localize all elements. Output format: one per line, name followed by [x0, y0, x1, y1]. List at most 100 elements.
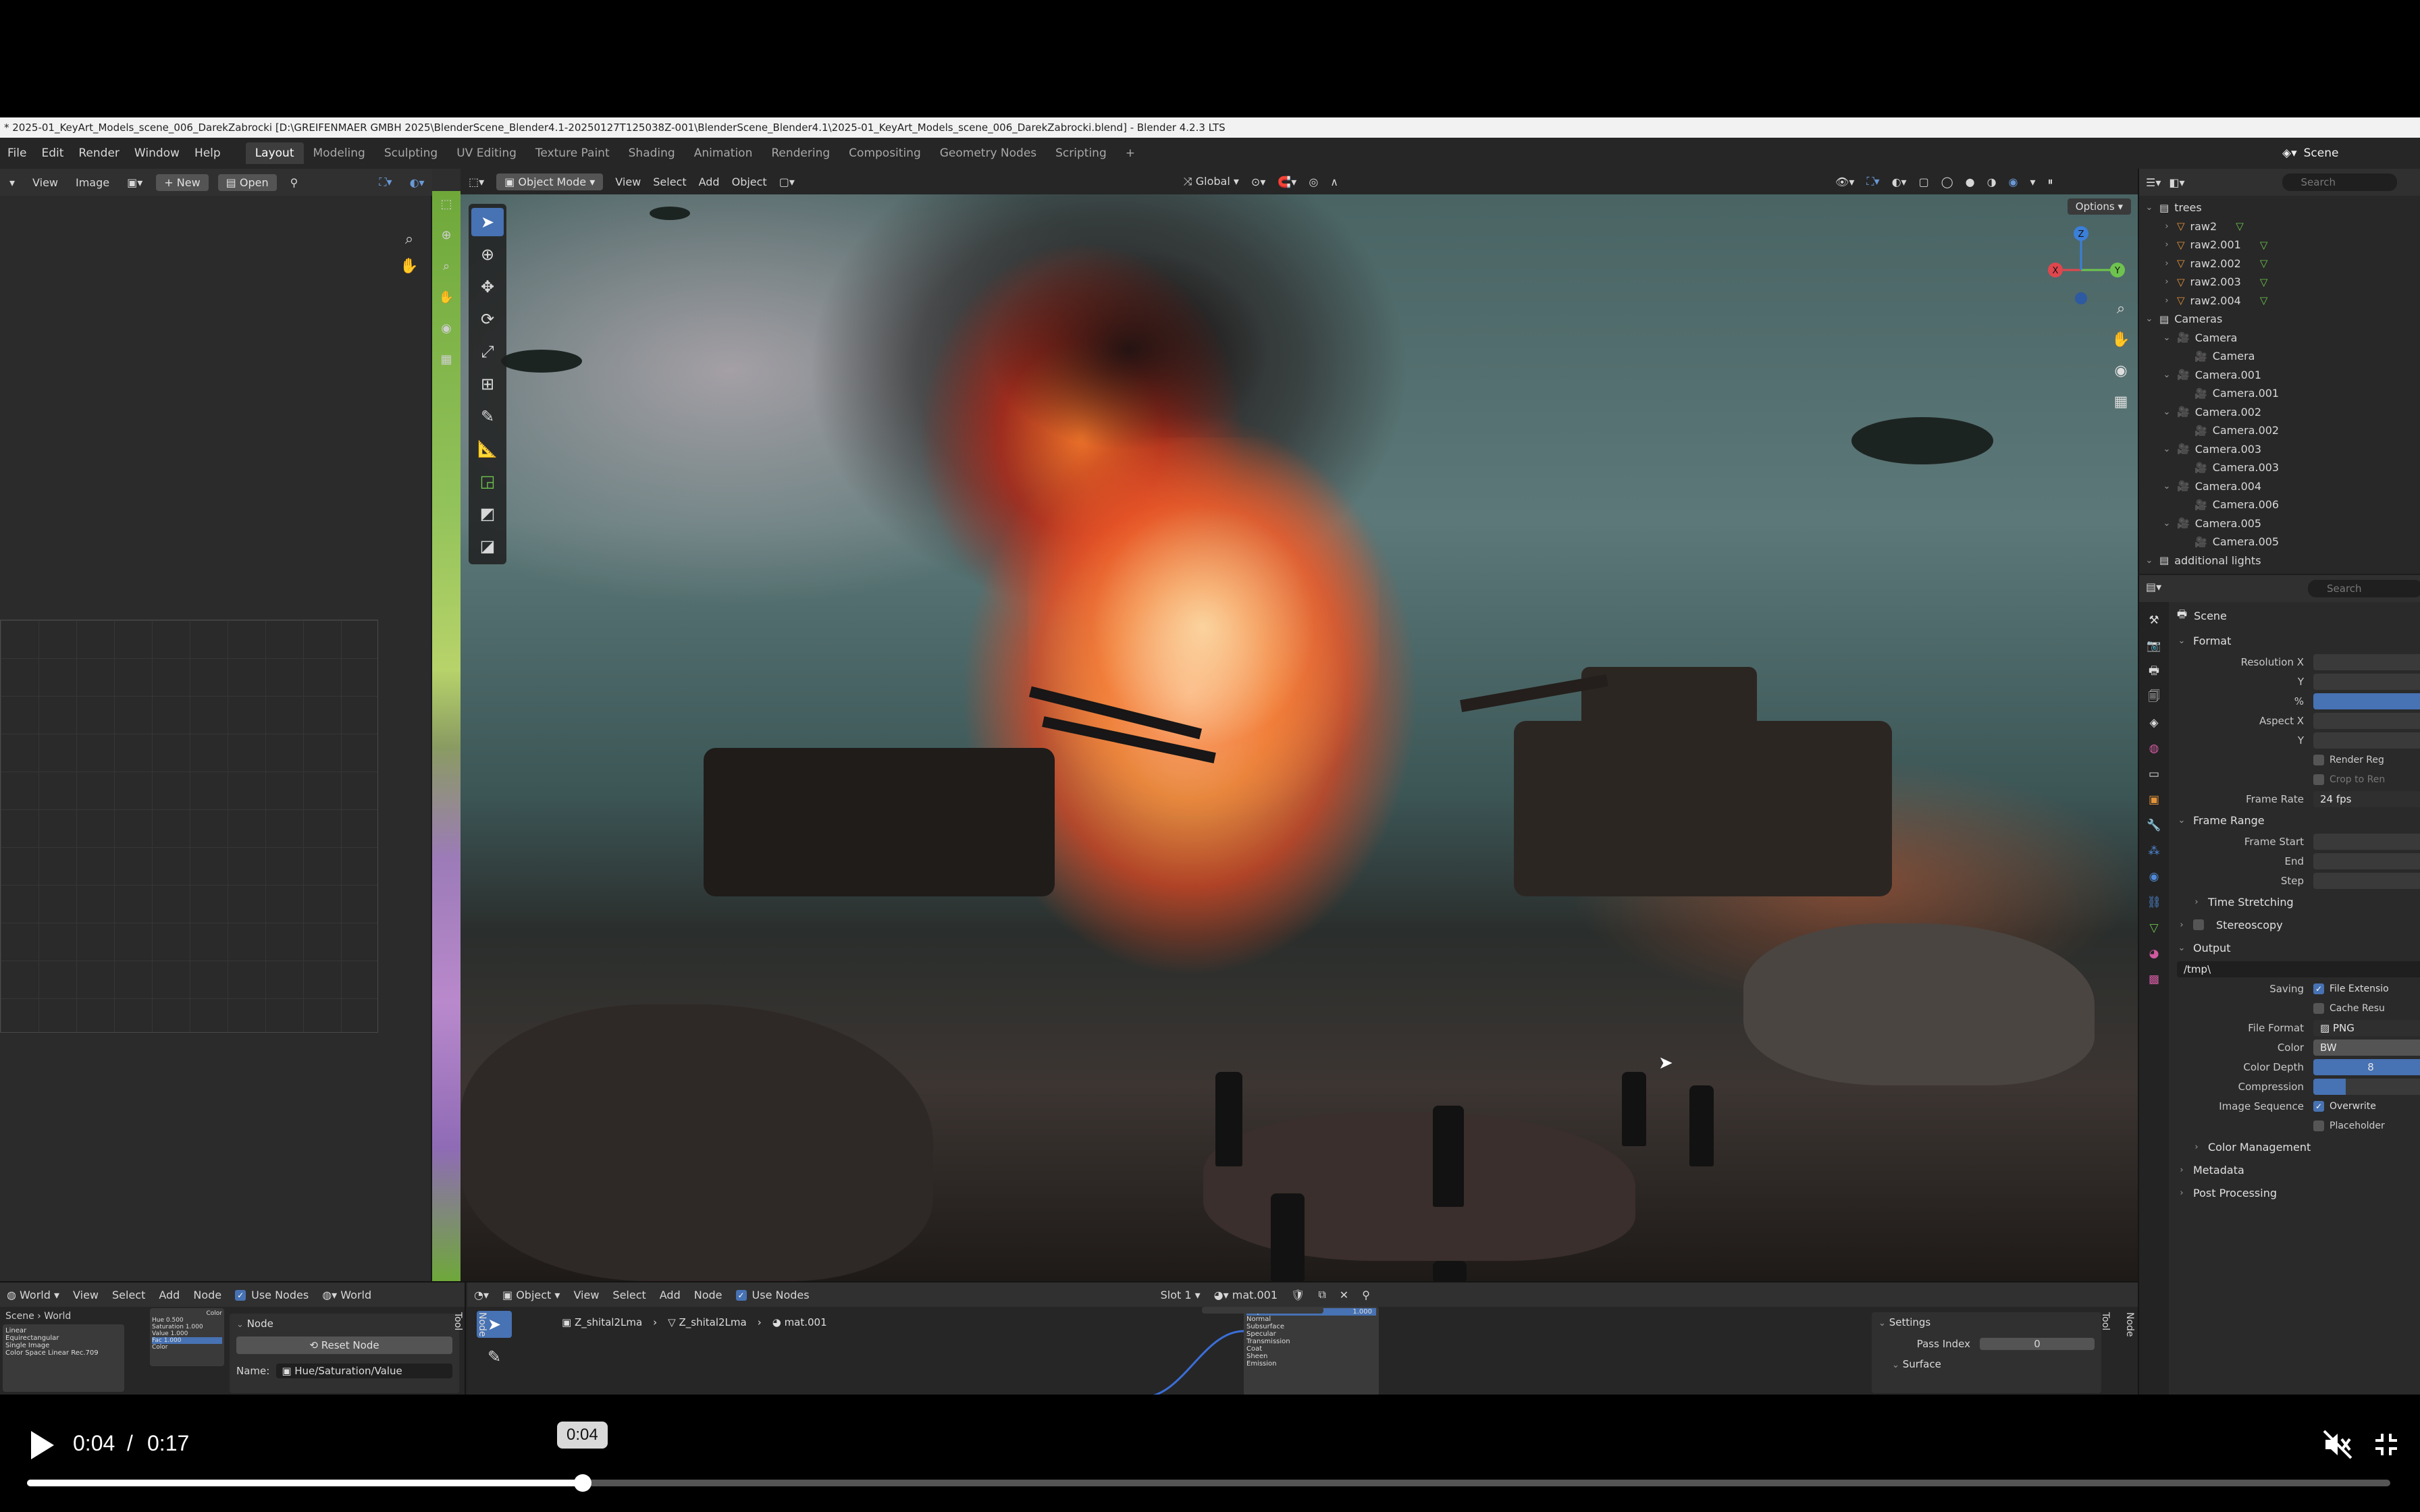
menu-select[interactable]: Select	[112, 1289, 145, 1301]
zoom-icon[interactable]: ⌕	[2109, 297, 2132, 320]
proportional-edit-icon[interactable]: ◎	[1309, 176, 1318, 188]
frame-end-field[interactable]	[2313, 853, 2420, 869]
tab-scripting[interactable]: Scripting	[1046, 142, 1116, 164]
transform-tool-icon[interactable]: ⊞	[471, 370, 504, 398]
breadcrumb-object[interactable]: ▣ Z_shital2Lma	[562, 1316, 642, 1328]
chevron-expand-icon[interactable]: ⌄	[2145, 314, 2154, 324]
zoom-icon[interactable]: ⌕	[397, 227, 421, 251]
outliner-row[interactable]: › ▽ raw2 ▽	[2139, 217, 2420, 236]
material-browse[interactable]: ◕▾ mat.001	[1214, 1289, 1278, 1301]
reset-node-button[interactable]: ⟲ Reset Node	[236, 1336, 452, 1354]
mesh-data-icon[interactable]: ▽	[2260, 294, 2268, 306]
view-layer-tab-icon[interactable]: 🗐	[2145, 688, 2163, 706]
mesh-data-icon[interactable]: ▽	[2260, 257, 2268, 269]
world-type-selector[interactable]: ◍ World ▾	[7, 1289, 59, 1301]
inset-tool-icon[interactable]: ◪	[471, 532, 504, 560]
material-tab-icon[interactable]: ◕	[2145, 945, 2163, 963]
gizmo-neg-z[interactable]	[2075, 292, 2087, 304]
tab-node[interactable]: Node	[2124, 1312, 2135, 1337]
tab-animation[interactable]: Animation	[685, 142, 762, 164]
shading-solid-icon[interactable]: ●	[1966, 176, 1975, 188]
annotate-tool-icon[interactable]: ✎	[477, 1343, 512, 1370]
modifier-tab-icon[interactable]: 🔧	[2145, 817, 2163, 834]
add-cube-tool-icon[interactable]: ◲	[471, 467, 504, 495]
crop-checkbox[interactable]: Crop to Ren	[2313, 774, 2385, 785]
snap-icon[interactable]: 🧲▾	[1278, 176, 1296, 188]
overlay-icon[interactable]: ◐▾	[406, 175, 429, 190]
node-name-input[interactable]: ▣ Hue/Saturation/Value	[276, 1364, 452, 1378]
surface-panel-header[interactable]: ⌄ Surface	[1872, 1355, 2101, 1373]
menu-render[interactable]: Render	[71, 146, 127, 160]
new-image-button[interactable]: + New	[156, 173, 209, 191]
hsv-node[interactable]: Color Hue 0.500 Saturation 1.000 Value 1…	[150, 1308, 224, 1366]
outliner-row[interactable]: 🎥 Camera	[2139, 347, 2420, 366]
menu-image[interactable]: Image	[72, 175, 113, 190]
render-tab-icon[interactable]: 📷	[2145, 637, 2163, 655]
color-mode-bw[interactable]: BW	[2313, 1039, 2420, 1056]
menu-window[interactable]: Window	[127, 146, 187, 160]
menu-add[interactable]: Add	[660, 1289, 681, 1301]
outliner-search-input[interactable]: Search	[2282, 173, 2397, 191]
play-button[interactable]	[27, 1428, 57, 1462]
environment-texture-node[interactable]: Linear Equirectangular Single Image Colo…	[3, 1324, 124, 1392]
file-extensions-checkbox[interactable]: ✓ File Extensio	[2313, 983, 2389, 994]
cache-result-checkbox[interactable]: Cache Resu	[2313, 1002, 2385, 1014]
tab-node[interactable]: Node	[477, 1312, 488, 1337]
outliner-row[interactable]: 🎥 Camera.006	[2139, 495, 2420, 514]
file-format-dropdown[interactable]: ▨ PNG	[2313, 1019, 2420, 1036]
outliner-row[interactable]: ⌄ 🎥 Camera.001	[2139, 366, 2420, 385]
metadata-panel-header[interactable]: › Metadata	[2172, 1158, 2420, 1181]
resolution-percent-field[interactable]	[2313, 693, 2420, 709]
add-workspace-button[interactable]: +	[1116, 142, 1145, 164]
object-menu-icon[interactable]: ▢▾	[779, 176, 795, 188]
editor-type-icon[interactable]: ◔▾	[474, 1289, 489, 1301]
outliner-row[interactable]: ⌄ 🎥 Camera.005	[2139, 514, 2420, 533]
display-mode-icon[interactable]: ◧▾	[2169, 176, 2184, 189]
mode-selector[interactable]: ▣ Object Mode ▾	[496, 173, 604, 190]
editor-type-icon[interactable]: ▾	[5, 175, 19, 190]
chevron-expand-icon[interactable]: ⌄	[2162, 518, 2172, 529]
select-box-icon[interactable]: ⬚	[434, 192, 458, 216]
overwrite-checkbox[interactable]: ✓ Overwrite	[2313, 1100, 2376, 1112]
unlink-material-icon[interactable]: ✕	[1340, 1289, 1348, 1301]
outliner-row[interactable]: ⌄ ▤ Cameras	[2139, 310, 2420, 329]
color-management-panel-header[interactable]: › Color Management	[2172, 1135, 2420, 1158]
chevron-expand-icon[interactable]: ›	[2162, 221, 2172, 232]
image-canvas-grid[interactable]	[0, 620, 378, 1033]
shader-type-selector[interactable]: ▣ Object ▾	[502, 1289, 560, 1301]
tab-texture-paint[interactable]: Texture Paint	[526, 142, 619, 164]
select-tool-icon[interactable]: ➤	[471, 208, 504, 236]
output-path-input[interactable]: /tmp\	[2177, 961, 2420, 977]
frame-start-field[interactable]	[2313, 833, 2420, 850]
time-stretching-panel-header[interactable]: › Time Stretching	[2172, 890, 2420, 913]
grid-icon[interactable]: ▦	[434, 347, 458, 371]
scene-tab-icon[interactable]: ◈	[2145, 714, 2163, 732]
pause-render-icon[interactable]: ⏸	[2048, 175, 2053, 188]
frame-step-field[interactable]	[2313, 872, 2420, 889]
object-tab-icon[interactable]: ▣	[2145, 791, 2163, 809]
chevron-expand-icon[interactable]: ⌄	[2162, 407, 2172, 417]
chevron-expand-icon[interactable]: ⌄	[2162, 444, 2172, 454]
format-panel-header[interactable]: ⌄ Format	[2172, 629, 2420, 652]
texture-tab-icon[interactable]: ▩	[2145, 971, 2163, 988]
slot-dropdown[interactable]: Slot 1 ▾	[1161, 1289, 1201, 1301]
camera-view-icon[interactable]: ◉	[2109, 359, 2132, 382]
falloff-icon[interactable]: ∧	[1330, 176, 1338, 188]
fake-user-icon[interactable]: 🛡	[1291, 1289, 1305, 1301]
chevron-expand-icon[interactable]: ›	[2162, 240, 2172, 250]
open-image-button[interactable]: ▤ Open	[217, 173, 277, 191]
pin-icon[interactable]: ⚲	[286, 175, 302, 190]
image-browse-icon[interactable]: ▣▾	[123, 175, 147, 190]
tab-modeling[interactable]: Modeling	[304, 142, 375, 164]
pin-icon[interactable]: ⚲	[1362, 1289, 1370, 1301]
chevron-expand-icon[interactable]: ⌄	[2162, 370, 2172, 380]
placeholders-checkbox[interactable]: Placeholder	[2313, 1120, 2385, 1131]
menu-add[interactable]: Add	[159, 1289, 180, 1301]
outliner-row[interactable]: 🎥 Camera.003	[2139, 458, 2420, 477]
shading-wireframe-icon[interactable]: ◯	[1941, 176, 1953, 188]
camera-view-icon[interactable]: ◉	[434, 316, 458, 340]
data-tab-icon[interactable]: ▽	[2145, 919, 2163, 937]
xray-icon[interactable]: ▢	[1919, 176, 1929, 188]
hand-pan-icon[interactable]: ✋	[434, 285, 458, 309]
perspective-toggle-icon[interactable]: ▦	[2109, 390, 2132, 413]
